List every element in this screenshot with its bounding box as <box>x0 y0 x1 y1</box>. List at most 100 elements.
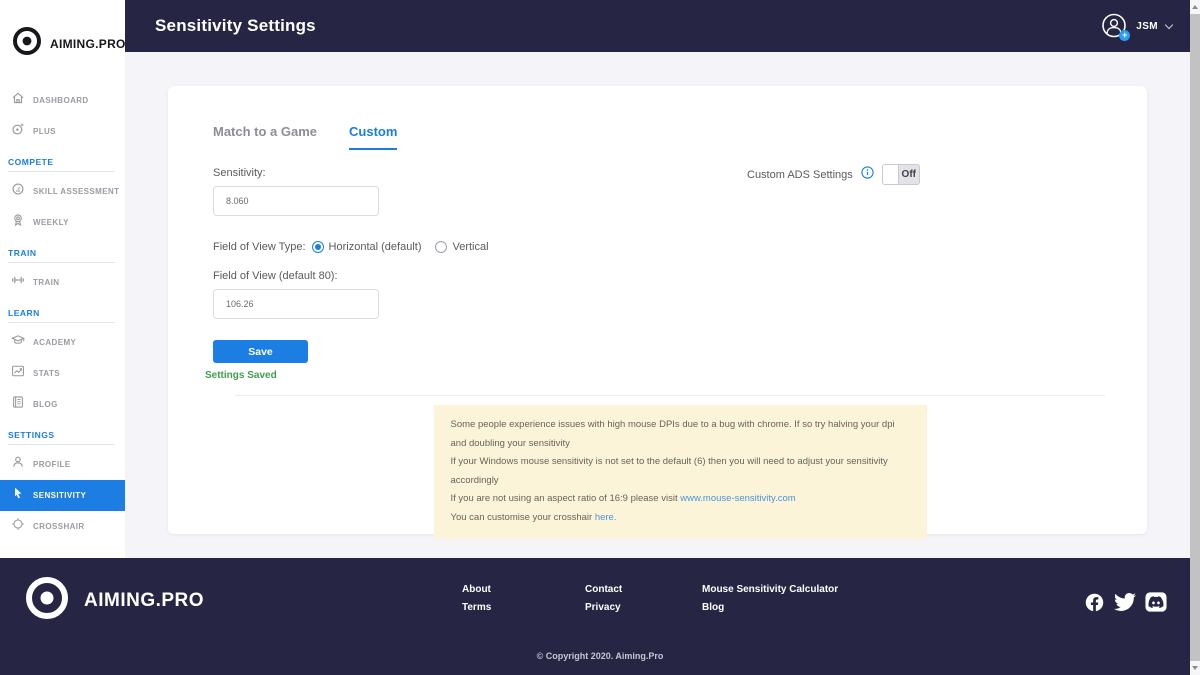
footer-brand-logo[interactable]: AIMING.PRO <box>24 575 204 626</box>
plus-target-icon <box>11 122 25 141</box>
chevron-down-icon <box>1165 20 1173 28</box>
chart-icon <box>11 364 25 383</box>
page-title: Sensitivity Settings <box>155 16 316 36</box>
person-icon <box>11 455 25 474</box>
sidebar: AIMING.PRO DASHBOARD PLUS COMPETE SKILL … <box>0 0 125 558</box>
tab-custom[interactable]: Custom <box>349 124 397 150</box>
facebook-icon[interactable] <box>1084 592 1105 613</box>
save-button[interactable]: Save <box>213 340 308 363</box>
twitter-icon[interactable] <box>1114 591 1136 613</box>
footer-links-col-3: Mouse Sensitivity Calculator Blog <box>702 584 838 613</box>
custom-ads-row: Custom ADS Settings Off <box>747 164 920 185</box>
scrollbar-up-arrow-icon[interactable] <box>1192 5 1198 9</box>
toggle-knob <box>883 165 899 184</box>
sidebar-section-compete: COMPETE <box>8 151 115 172</box>
settings-card: Match to a Game Custom Custom ADS Settin… <box>168 86 1147 534</box>
vertical-scrollbar <box>1190 0 1200 675</box>
footer-links-col-2: Contact Privacy <box>585 584 622 613</box>
notice-line-3-text: If you are not using an aspect ratio of … <box>451 493 681 504</box>
sidebar-item-blog[interactable]: BLOG <box>0 389 125 420</box>
sidebar-item-crosshair[interactable]: CROSSHAIR <box>0 511 125 542</box>
sidebar-item-train[interactable]: TRAIN <box>0 267 125 298</box>
scrollbar-thumb[interactable] <box>1190 14 1200 661</box>
footer-link-contact[interactable]: Contact <box>585 584 622 595</box>
sidebar-item-plus[interactable]: PLUS <box>0 116 125 147</box>
mouse-sensitivity-link[interactable]: www.mouse-sensitivity.com <box>680 493 795 504</box>
sidebar-item-label: STATS <box>33 369 60 378</box>
medal-icon <box>11 213 25 232</box>
ads-toggle[interactable]: Off <box>882 164 920 185</box>
footer: AIMING.PRO About Terms Contact Privacy M… <box>0 558 1200 675</box>
fov-type-row: Field of View Type: Horizontal (default)… <box>213 241 1147 253</box>
sidebar-item-label: TRAIN <box>33 278 59 287</box>
sidebar-section-learn: LEARN <box>8 302 115 323</box>
notice-line-4-text: You can customise your crosshair <box>451 512 595 523</box>
target-logo-icon <box>24 575 70 626</box>
scrollbar-down-arrow-icon[interactable] <box>1192 666 1198 670</box>
tab-match-to-a-game[interactable]: Match to a Game <box>213 124 317 150</box>
sidebar-item-label: PROFILE <box>33 460 70 469</box>
footer-link-about[interactable]: About <box>462 584 491 595</box>
sensitivity-input[interactable] <box>213 186 379 216</box>
brand-logo[interactable]: AIMING.PRO <box>0 0 125 85</box>
discord-icon[interactable] <box>1145 591 1167 613</box>
sidebar-item-profile[interactable]: PROFILE <box>0 449 125 480</box>
cursor-icon <box>11 486 25 505</box>
social-links <box>1084 591 1167 613</box>
sidebar-item-label: DASHBOARD <box>33 96 89 105</box>
footer-link-mouse-sensitivity-calculator[interactable]: Mouse Sensitivity Calculator <box>702 584 838 595</box>
footer-link-privacy[interactable]: Privacy <box>585 602 622 613</box>
user-name: JSM <box>1136 21 1158 32</box>
sidebar-item-skill-assessment[interactable]: SKILL ASSESSMENT <box>0 176 125 207</box>
radio-button-icon <box>435 241 447 253</box>
sidebar-item-sensitivity[interactable]: SENSITIVITY <box>0 480 125 511</box>
radio-horizontal-label: Horizontal (default) <box>329 241 422 253</box>
radio-vertical-label: Vertical <box>452 241 488 253</box>
info-icon[interactable] <box>861 166 874 184</box>
brand-name: AIMING.PRO <box>50 37 126 51</box>
card-divider <box>235 395 1105 396</box>
copyright-text: © Copyright 2020. Aiming.Pro <box>0 651 1200 661</box>
sidebar-section-settings: SETTINGS <box>8 424 115 445</box>
book-icon <box>11 395 25 414</box>
crosshair-icon <box>11 517 25 536</box>
notice-line-4: You can customise your crosshair here. <box>451 509 910 528</box>
dumbbell-icon <box>11 273 25 292</box>
tab-bar: Match to a Game Custom <box>213 124 1147 150</box>
gauge-icon <box>11 182 25 201</box>
footer-brand-name: AIMING.PRO <box>84 590 204 612</box>
sidebar-item-academy[interactable]: ACADEMY <box>0 327 125 358</box>
fov-type-label: Field of View Type: <box>213 241 306 253</box>
sidebar-section-train: TRAIN <box>8 242 115 263</box>
user-menu[interactable]: + JSM <box>1100 12 1172 40</box>
avatar: + <box>1100 12 1128 40</box>
home-icon <box>11 91 25 110</box>
footer-links-col-1: About Terms <box>462 584 491 613</box>
footer-link-terms[interactable]: Terms <box>462 602 491 613</box>
sidebar-item-label: SKILL ASSESSMENT <box>33 187 119 196</box>
notice-box: Some people experience issues with high … <box>434 405 927 539</box>
sidebar-item-label: ACADEMY <box>33 338 76 347</box>
crosshair-here-link[interactable]: here. <box>595 512 617 523</box>
top-bar: Sensitivity Settings + JSM <box>125 0 1190 52</box>
fov-input[interactable] <box>213 289 379 319</box>
custom-ads-label: Custom ADS Settings <box>747 169 853 181</box>
notice-line-1: Some people experience issues with high … <box>451 416 910 453</box>
plus-badge-icon: + <box>1119 30 1130 41</box>
notice-line-3: If you are not using an aspect ratio of … <box>451 490 910 509</box>
toggle-state-label: Off <box>899 165 919 184</box>
sidebar-item-label: BLOG <box>33 400 58 409</box>
radio-horizontal[interactable]: Horizontal (default) <box>312 241 422 253</box>
graduation-cap-icon <box>11 333 25 352</box>
sidebar-item-label: CROSSHAIR <box>33 522 85 531</box>
sidebar-item-weekly[interactable]: WEEKLY <box>0 207 125 238</box>
sidebar-item-label: SENSITIVITY <box>33 491 86 500</box>
app-root: Sensitivity Settings + JSM <box>0 0 1200 675</box>
sidebar-item-dashboard[interactable]: DASHBOARD <box>0 85 125 116</box>
radio-button-icon <box>312 241 324 253</box>
sidebar-item-stats[interactable]: STATS <box>0 358 125 389</box>
notice-line-2: If your Windows mouse sensitivity is not… <box>451 453 910 490</box>
footer-link-blog[interactable]: Blog <box>702 602 838 613</box>
settings-saved-message: Settings Saved <box>205 370 1147 381</box>
radio-vertical[interactable]: Vertical <box>435 241 488 253</box>
